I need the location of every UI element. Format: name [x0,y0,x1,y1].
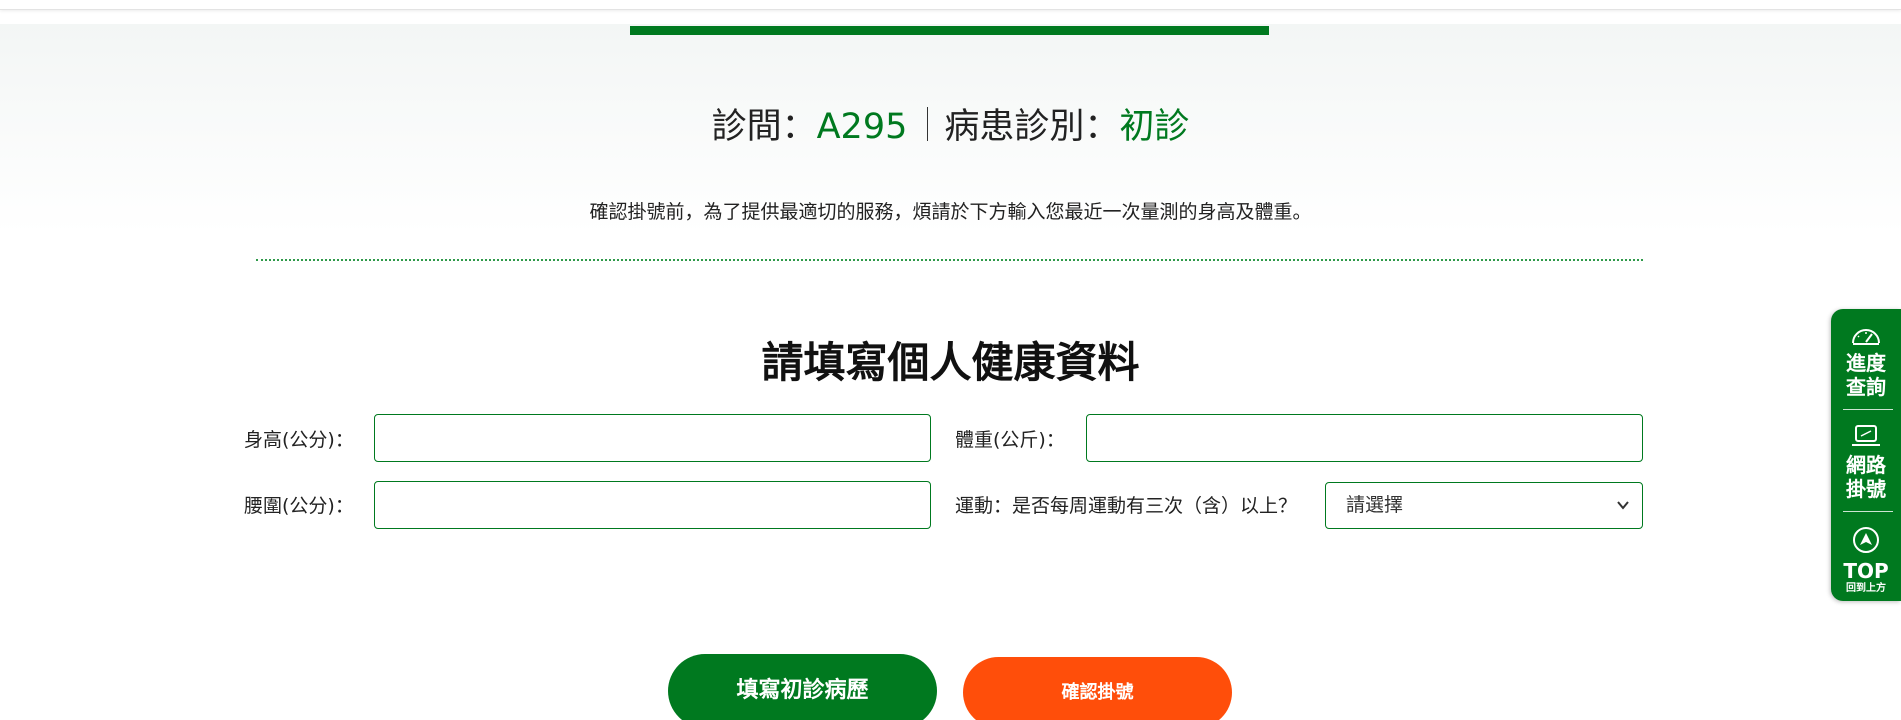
side-divider [1843,511,1893,512]
waist-input[interactable] [374,481,931,529]
side-divider [1843,409,1893,410]
online-registration-line1: 網路 [1846,453,1886,477]
exercise-label: 運動：是否每周運動有三次（含）以上？ [955,495,1298,517]
top-nav-edge [0,0,1901,10]
gauge-icon [1831,323,1901,351]
clinic-info: 診間：A295 病患診別：初診 [0,102,1901,152]
exercise-selected-value: 請選擇 [1346,494,1404,516]
online-registration-link[interactable]: 網路 掛號 [1831,423,1901,501]
clinic-label: 診間： [711,107,817,147]
patient-type-value: 初診 [1119,107,1190,147]
side-quick-panel: 進度 查詢 網路 掛號 TOP 回到上方 [1831,309,1901,601]
notice-text: 確認掛號前，為了提供最適切的服務，煩請於下方輸入您最近一次量測的身高及體重。 [589,201,1312,223]
arrow-up-circle-icon [1831,525,1901,559]
clinic-value: A295 [816,107,908,147]
info-separator [927,107,929,141]
fill-history-button[interactable]: 填寫初診病歷 [668,654,937,720]
confirm-registration-button[interactable]: 確認掛號 [963,657,1232,720]
chevron-down-icon [1616,483,1630,545]
top-label: TOP [1843,559,1889,583]
page: 診間：A295 病患診別：初診 確認掛號前，為了提供最適切的服務，煩請於下方輸入您… [0,0,1901,720]
height-label: 身高(公分)： [244,429,354,451]
top-sublabel: 回到上方 [1846,583,1886,594]
weight-label: 體重(公斤)： [955,429,1065,451]
patient-type-label: 病患診別： [944,107,1120,147]
progress-query-link[interactable]: 進度 查詢 [1831,323,1901,399]
laptop-icon [1831,423,1901,453]
online-registration-line2: 掛號 [1846,477,1886,501]
form-title: 請填寫個人健康資料 [761,338,1140,387]
dotted-divider [256,259,1643,261]
progress-query-line2: 查詢 [1846,375,1886,399]
progress-query-line1: 進度 [1846,351,1886,375]
height-input[interactable] [374,414,931,462]
weight-input[interactable] [1086,414,1643,462]
back-to-top-link[interactable]: TOP 回到上方 [1831,525,1901,595]
progress-accent-bar [630,26,1269,35]
exercise-select[interactable]: 請選擇 [1325,482,1643,529]
waist-label: 腰圍(公分)： [244,495,354,517]
